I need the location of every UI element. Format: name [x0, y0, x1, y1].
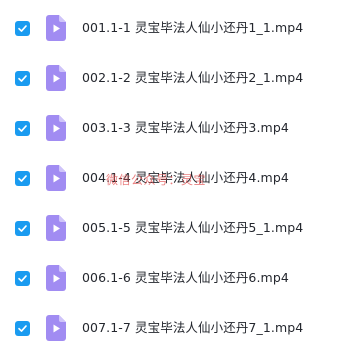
file-name[interactable]: 002.1-2 灵宝毕法人仙小还丹2_1.mp4 [82, 70, 303, 86]
file-name[interactable]: 007.1-7 灵宝毕法人仙小还丹7_1.mp4 [82, 320, 303, 336]
file-name[interactable]: 006.1-6 灵宝毕法人仙小还丹6.mp4 [82, 270, 289, 286]
file-list: 001.1-1 灵宝毕法人仙小还丹1_1.mp4 002.1-2 灵宝毕法人仙小… [0, 0, 340, 355]
checkbox-checked-icon[interactable] [15, 221, 30, 236]
video-file-icon [46, 65, 66, 91]
file-row[interactable]: 003.1-3 灵宝毕法人仙小还丹3.mp4 [0, 103, 340, 153]
checkbox-checked-icon[interactable] [15, 271, 30, 286]
checkbox-checked-icon[interactable] [15, 71, 30, 86]
checkbox-checked-icon[interactable] [15, 321, 30, 336]
file-row[interactable]: 001.1-1 灵宝毕法人仙小还丹1_1.mp4 [0, 3, 340, 53]
checkbox-checked-icon[interactable] [15, 21, 30, 36]
file-name[interactable]: 005.1-5 灵宝毕法人仙小还丹5_1.mp4 [82, 220, 303, 236]
video-file-icon [46, 315, 66, 341]
checkbox-checked-icon[interactable] [15, 171, 30, 186]
file-name[interactable]: 001.1-1 灵宝毕法人仙小还丹1_1.mp4 [82, 20, 303, 36]
video-file-icon [46, 215, 66, 241]
file-row[interactable]: 002.1-2 灵宝毕法人仙小还丹2_1.mp4 [0, 53, 340, 103]
file-row[interactable]: 005.1-5 灵宝毕法人仙小还丹5_1.mp4 [0, 203, 340, 253]
file-row[interactable]: 004.1-4 灵宝毕法人仙小还丹4.mp4 [0, 153, 340, 203]
video-file-icon [46, 115, 66, 141]
video-file-icon [46, 165, 66, 191]
file-row[interactable]: 006.1-6 灵宝毕法人仙小还丹6.mp4 [0, 253, 340, 303]
video-file-icon [46, 15, 66, 41]
video-file-icon [46, 265, 66, 291]
file-name[interactable]: 004.1-4 灵宝毕法人仙小还丹4.mp4 [82, 170, 289, 186]
file-name[interactable]: 003.1-3 灵宝毕法人仙小还丹3.mp4 [82, 120, 289, 136]
file-row[interactable]: 007.1-7 灵宝毕法人仙小还丹7_1.mp4 [0, 303, 340, 353]
checkbox-checked-icon[interactable] [15, 121, 30, 136]
